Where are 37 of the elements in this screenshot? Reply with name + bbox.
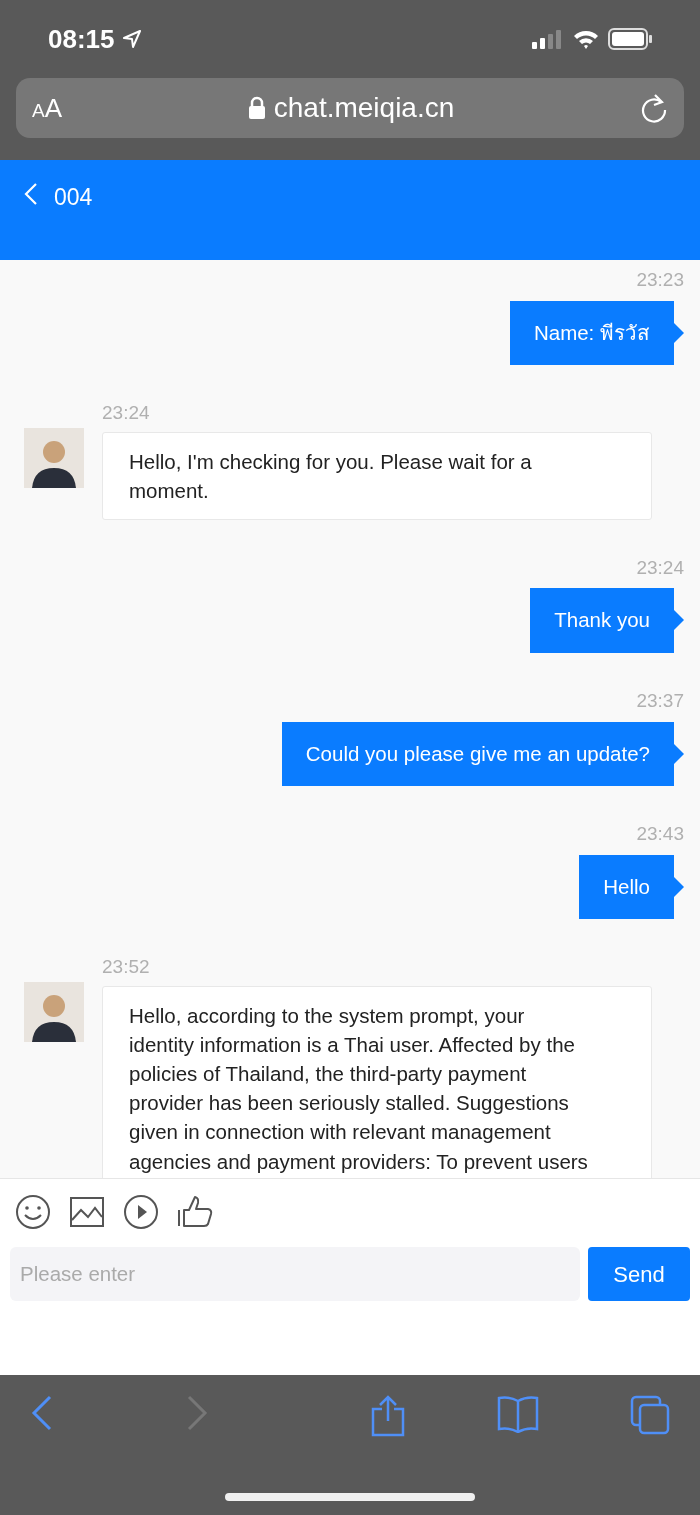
back-chevron-icon[interactable] (24, 182, 38, 206)
bubble-tail (674, 322, 684, 343)
message-time: 23:24 (636, 555, 684, 580)
sent-message: Name: พีรวัส (509, 300, 674, 366)
lock-icon (247, 96, 266, 120)
sent-message: Could you please give me an update? (281, 721, 674, 787)
status-time: 08:15 (48, 22, 115, 56)
message-time: 23:23 (636, 268, 684, 292)
message-input[interactable]: Please enter (10, 1247, 580, 1301)
emoji-icon[interactable] (14, 1193, 52, 1231)
send-button[interactable]: Send (588, 1247, 690, 1301)
play-icon[interactable] (122, 1193, 160, 1231)
avatar-icon (24, 427, 84, 488)
url-text[interactable]: chat.meiqia.cn (273, 87, 455, 129)
bubble-tail (674, 610, 684, 631)
wifi-icon (572, 29, 600, 49)
signal-icon (532, 29, 564, 49)
sent-message: Hello (579, 854, 674, 920)
share-icon[interactable] (370, 1395, 406, 1437)
message-time: 23:52 (102, 955, 151, 980)
sent-message: Thank you (530, 588, 674, 654)
avatar-icon (24, 981, 84, 1042)
back-icon[interactable] (30, 1395, 54, 1431)
tabs-icon[interactable] (630, 1395, 670, 1435)
location-arrow-icon (122, 30, 141, 48)
message-time: 23:37 (636, 689, 684, 714)
received-message: Hello, I'm checking for you. Please wait for a moment. (102, 431, 652, 520)
battery-icon (608, 28, 652, 50)
message-time: 23:43 (636, 822, 684, 847)
received-message: Hello, according to the system prompt, your identity information is a Thai user. Affected by the policies of Thailand, the third-party payment provider has been seriously stalled. Suggestions given in connection with relevant management agencies and payment providers: To prevent users (102, 985, 652, 1178)
text-size-button[interactable]: AA (32, 88, 63, 128)
chat-title: 004 (54, 183, 93, 212)
bubble-tail (674, 876, 684, 897)
book-icon[interactable] (497, 1395, 539, 1433)
message-time: 23:24 (102, 401, 151, 426)
reload-icon[interactable] (640, 93, 668, 123)
bubble-tail (674, 743, 684, 764)
